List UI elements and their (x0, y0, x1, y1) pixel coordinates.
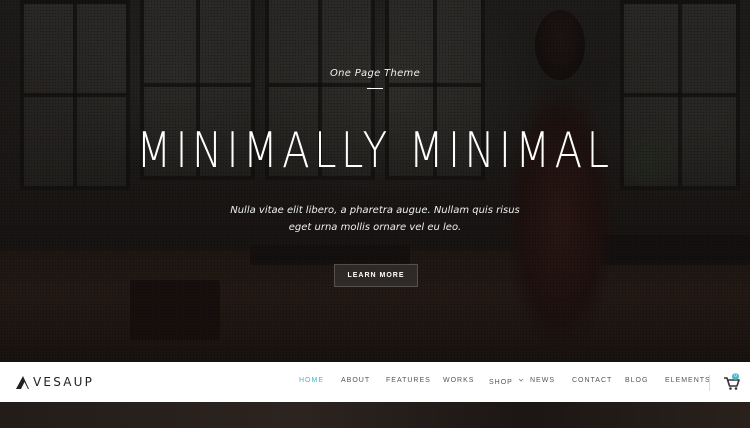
hero-subtitle-line-1: Nulla vitae elit libero, a pharetra augu… (230, 205, 520, 216)
nav-item-works[interactable]: WORKS (443, 377, 474, 384)
hero-section: One Page Theme MINIMALLY MINIMAL Nulla v… (0, 0, 750, 362)
next-section-preview (0, 402, 750, 428)
nav-menu: HOME ABOUT FEATURES WORKS SHOP NEWS CONT… (0, 362, 750, 402)
nav-item-about[interactable]: ABOUT (341, 377, 370, 384)
kicker-divider (367, 88, 383, 89)
hero-subtitle-line-2: eget urna mollis ornare vel eu leo. (288, 222, 462, 233)
hero-kicker: One Page Theme (329, 68, 421, 79)
hero-subtitle: Nulla vitae elit libero, a pharetra augu… (225, 202, 525, 236)
nav-item-news[interactable]: NEWS (530, 377, 555, 384)
hero-content: One Page Theme MINIMALLY MINIMAL Nulla v… (0, 0, 750, 362)
nav-item-contact[interactable]: CONTACT (572, 377, 612, 384)
nav-item-home[interactable]: HOME (299, 377, 324, 384)
cart-count-badge: 0 (732, 373, 739, 380)
learn-more-button[interactable]: LEARN MORE (334, 264, 418, 287)
nav-item-features[interactable]: FEATURES (386, 377, 431, 384)
hero-headline: MINIMALLY MINIMAL (136, 122, 614, 179)
main-navbar: VESAUP HOME ABOUT FEATURES WORKS SHOP NE… (0, 362, 750, 402)
nav-item-shop-label: SHOP (489, 379, 513, 386)
nav-item-shop[interactable]: SHOP (489, 377, 524, 386)
chevron-down-icon (518, 378, 523, 382)
nav-item-elements[interactable]: ELEMENTS (665, 377, 711, 384)
nav-item-blog[interactable]: BLOG (625, 377, 648, 384)
nav-divider (709, 375, 710, 391)
